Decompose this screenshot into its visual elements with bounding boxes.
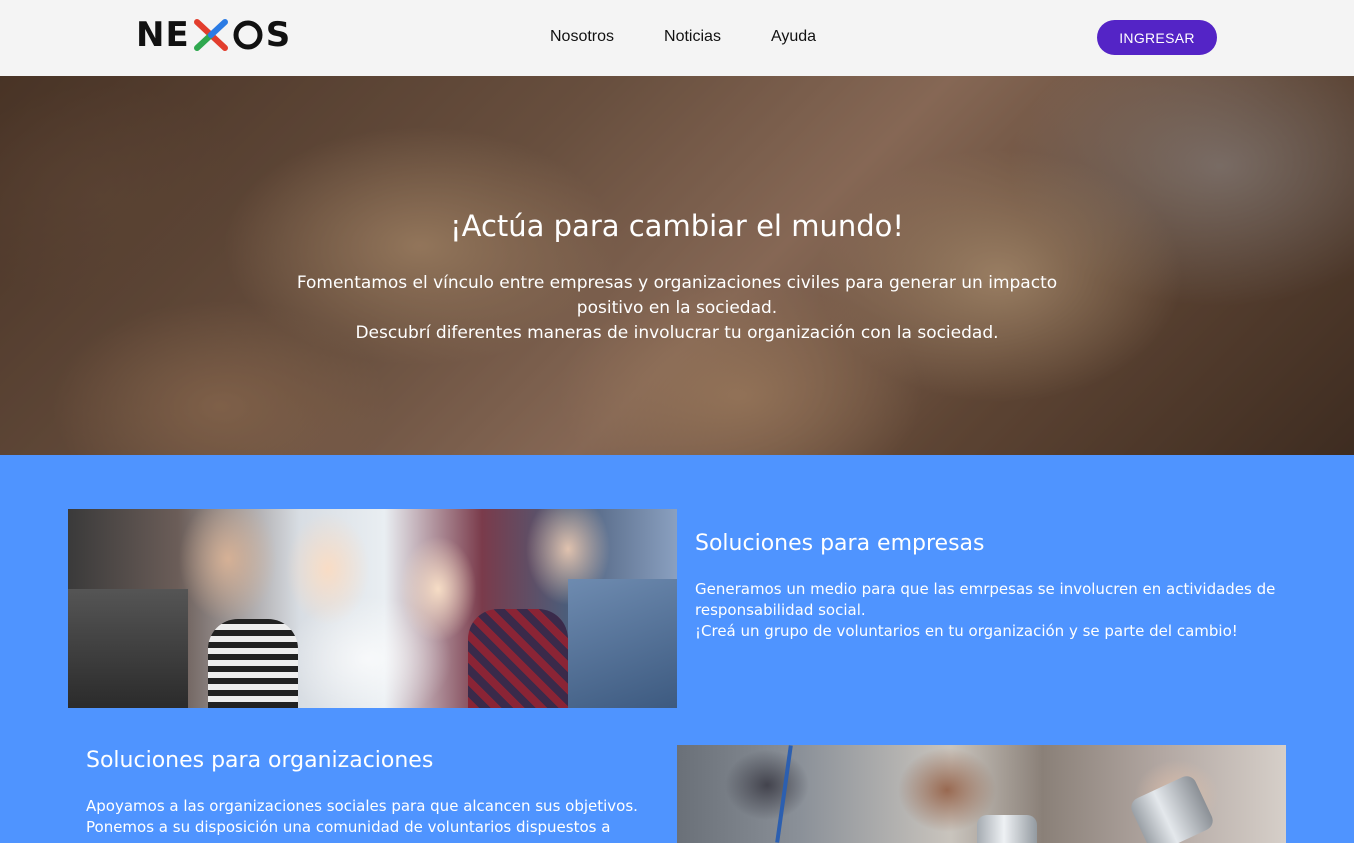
section-title-empresas: Soluciones para empresas xyxy=(695,531,985,556)
photo-detail xyxy=(775,745,793,843)
hero-content: ¡Actúa para cambiar el mundo! Fomentamos… xyxy=(0,76,1354,455)
logo-letter-s: S xyxy=(265,15,292,55)
photo-detail xyxy=(68,589,188,708)
section-paragraph: Apoyamos a las organizaciones sociales p… xyxy=(86,797,638,815)
site-header: NE S Nosotros Noticias Ayuda INGRESAR xyxy=(0,0,1354,76)
hero-line-2: Descubrí diferentes maneras de involucra… xyxy=(355,323,999,343)
logo-x-icon xyxy=(191,18,231,52)
section-text-empresas: Generamos un medio para que las emrpesas… xyxy=(695,579,1295,642)
photo-detail xyxy=(977,815,1037,843)
photo-detail xyxy=(208,619,298,708)
nexos-logo[interactable]: NE S xyxy=(136,15,292,55)
section-text-organizaciones: Apoyamos a las organizaciones sociales p… xyxy=(86,796,666,838)
login-button[interactable]: INGRESAR xyxy=(1097,20,1217,55)
volunteers-photo xyxy=(677,745,1286,843)
team-photo xyxy=(68,509,677,708)
nav-link-ayuda[interactable]: Ayuda xyxy=(771,28,816,46)
logo-letters-ne: NE xyxy=(136,15,190,55)
hero-banner: ¡Actúa para cambiar el mundo! Fomentamos… xyxy=(0,76,1354,455)
photo-detail xyxy=(1128,772,1216,843)
hero-description: Fomentamos el vínculo entre empresas y o… xyxy=(277,271,1077,346)
logo-o-icon xyxy=(232,19,264,51)
nav-link-noticias[interactable]: Noticias xyxy=(664,28,721,46)
section-paragraph: Generamos un medio para que las emrpesas… xyxy=(695,580,1276,619)
main-nav: Nosotros Noticias Ayuda xyxy=(550,28,866,46)
nav-link-nosotros[interactable]: Nosotros xyxy=(550,28,614,46)
photo-detail xyxy=(468,609,568,708)
section-title-organizaciones: Soluciones para organizaciones xyxy=(86,748,434,773)
section-paragraph: Ponemos a su disposición una comunidad d… xyxy=(86,818,611,836)
hero-line-1: Fomentamos el vínculo entre empresas y o… xyxy=(296,273,1058,318)
photo-detail xyxy=(568,579,677,708)
section-paragraph: ¡Creá un grupo de voluntarios en tu orga… xyxy=(695,622,1238,640)
hero-title: ¡Actúa para cambiar el mundo! xyxy=(450,209,904,243)
